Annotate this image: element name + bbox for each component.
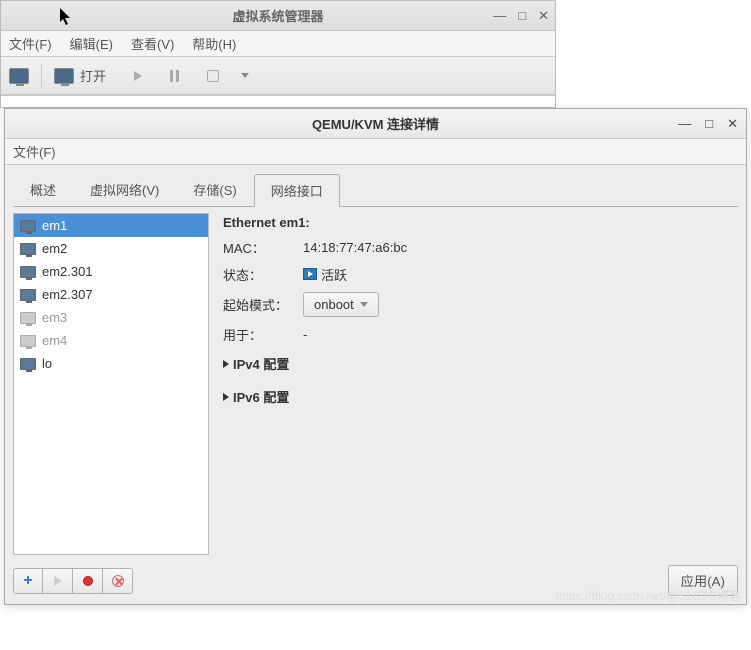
close-icon[interactable]: ✕	[538, 8, 549, 24]
status-play-icon	[303, 268, 317, 280]
list-item[interactable]: em2.307	[14, 283, 208, 306]
ipv6-expander[interactable]: IPv6 配置	[223, 387, 732, 406]
ipv6-label: IPv6 配置	[233, 387, 289, 406]
interface-name: lo	[42, 356, 52, 371]
menu-view[interactable]: 查看(V)	[131, 34, 174, 53]
tab-storage[interactable]: 存储(S)	[176, 173, 253, 206]
interface-name: em4	[42, 333, 67, 348]
startmode-label: 起始模式：	[223, 295, 303, 314]
monitor-icon	[20, 335, 36, 347]
play-icon	[54, 576, 62, 586]
menu-help[interactable]: 帮助(H)	[192, 34, 236, 53]
stop-button[interactable]	[73, 568, 103, 594]
chevron-down-icon	[360, 302, 368, 307]
back-title: 虚拟系统管理器	[232, 6, 323, 25]
cursor-icon	[60, 8, 74, 26]
interface-name: em2.307	[42, 287, 93, 302]
delete-icon	[112, 575, 124, 587]
new-vm-icon[interactable]	[9, 68, 29, 84]
list-item[interactable]: lo	[14, 352, 208, 375]
stop-icon	[83, 576, 93, 586]
power-icon[interactable]	[207, 70, 219, 82]
maximize-icon[interactable]: □	[705, 116, 713, 132]
startmode-combo[interactable]: onboot	[303, 292, 379, 317]
interface-name: em2.301	[42, 264, 93, 279]
monitor-icon	[20, 220, 36, 232]
status-value: 活跃	[303, 265, 347, 284]
back-titlebar: 虚拟系统管理器 — □ ✕	[1, 1, 555, 31]
back-menubar: 文件(F) 编辑(E) 查看(V) 帮助(H)	[1, 31, 555, 57]
pause-icon[interactable]	[170, 70, 179, 82]
apply-button[interactable]: 应用(A)	[668, 565, 738, 596]
list-item[interactable]: em1	[14, 214, 208, 237]
delete-button[interactable]	[103, 568, 133, 594]
mac-label: MAC：	[223, 238, 303, 257]
usedby-label: 用于：	[223, 325, 303, 344]
front-titlebar: QEMU/KVM 连接详情 — □ ✕	[5, 109, 746, 139]
monitor-icon	[20, 266, 36, 278]
dropdown-icon[interactable]	[241, 73, 249, 78]
list-item[interactable]: em3	[14, 306, 208, 329]
list-item[interactable]: em2.301	[14, 260, 208, 283]
back-content-strip	[1, 95, 555, 107]
detail-panel: Ethernet em1: MAC： 14:18:77:47:a6:bc 状态：…	[217, 213, 738, 555]
connection-details-window: QEMU/KVM 连接详情 — □ ✕ 文件(F) 概述 虚拟网络(V) 存储(…	[4, 108, 747, 605]
menu-file[interactable]: 文件(F)	[9, 34, 52, 53]
tabs: 概述 虚拟网络(V) 存储(S) 网络接口	[5, 165, 746, 206]
monitor-icon	[20, 312, 36, 324]
interface-name: em2	[42, 241, 67, 256]
startmode-value: onboot	[314, 297, 354, 312]
ipv4-expander[interactable]: IPv4 配置	[223, 354, 732, 373]
list-item[interactable]: em4	[14, 329, 208, 352]
front-title: QEMU/KVM 连接详情	[312, 114, 439, 133]
minimize-icon[interactable]: —	[493, 8, 506, 24]
minimize-icon[interactable]: —	[678, 116, 691, 132]
monitor-icon	[54, 68, 74, 84]
monitor-icon	[20, 289, 36, 301]
add-button[interactable]: +	[13, 568, 43, 594]
open-button[interactable]: 打开	[54, 66, 106, 85]
plus-icon: +	[23, 572, 32, 590]
monitor-icon	[20, 243, 36, 255]
back-toolbar: 打开	[1, 57, 555, 95]
bottom-bar: + 应用(A)	[5, 559, 746, 604]
separator	[41, 64, 42, 88]
menu-file[interactable]: 文件(F)	[13, 142, 56, 161]
maximize-icon[interactable]: □	[518, 8, 526, 24]
interface-name: em1	[42, 218, 67, 233]
tab-virtual-networks[interactable]: 虚拟网络(V)	[73, 173, 176, 206]
tab-network-interfaces[interactable]: 网络接口	[254, 174, 340, 207]
ipv4-label: IPv4 配置	[233, 354, 289, 373]
status-label: 状态：	[223, 265, 303, 284]
start-button[interactable]	[43, 568, 73, 594]
mac-value: 14:18:77:47:a6:bc	[303, 240, 407, 255]
menu-edit[interactable]: 编辑(E)	[70, 34, 113, 53]
list-item[interactable]: em2	[14, 237, 208, 260]
front-menubar: 文件(F)	[5, 139, 746, 165]
open-label: 打开	[80, 66, 106, 85]
triangle-right-icon	[223, 360, 229, 368]
virt-manager-window: 虚拟系统管理器 — □ ✕ 文件(F) 编辑(E) 查看(V) 帮助(H) 打开	[0, 0, 556, 108]
detail-title: Ethernet em1:	[223, 215, 732, 230]
triangle-right-icon	[223, 393, 229, 401]
interface-list[interactable]: em1 em2 em2.301 em2.307 em3 em4 lo	[13, 213, 209, 555]
usedby-value: -	[303, 327, 307, 342]
monitor-icon	[20, 358, 36, 370]
play-icon[interactable]	[134, 71, 142, 81]
close-icon[interactable]: ✕	[727, 116, 738, 132]
interface-name: em3	[42, 310, 67, 325]
tab-overview[interactable]: 概述	[13, 173, 73, 206]
